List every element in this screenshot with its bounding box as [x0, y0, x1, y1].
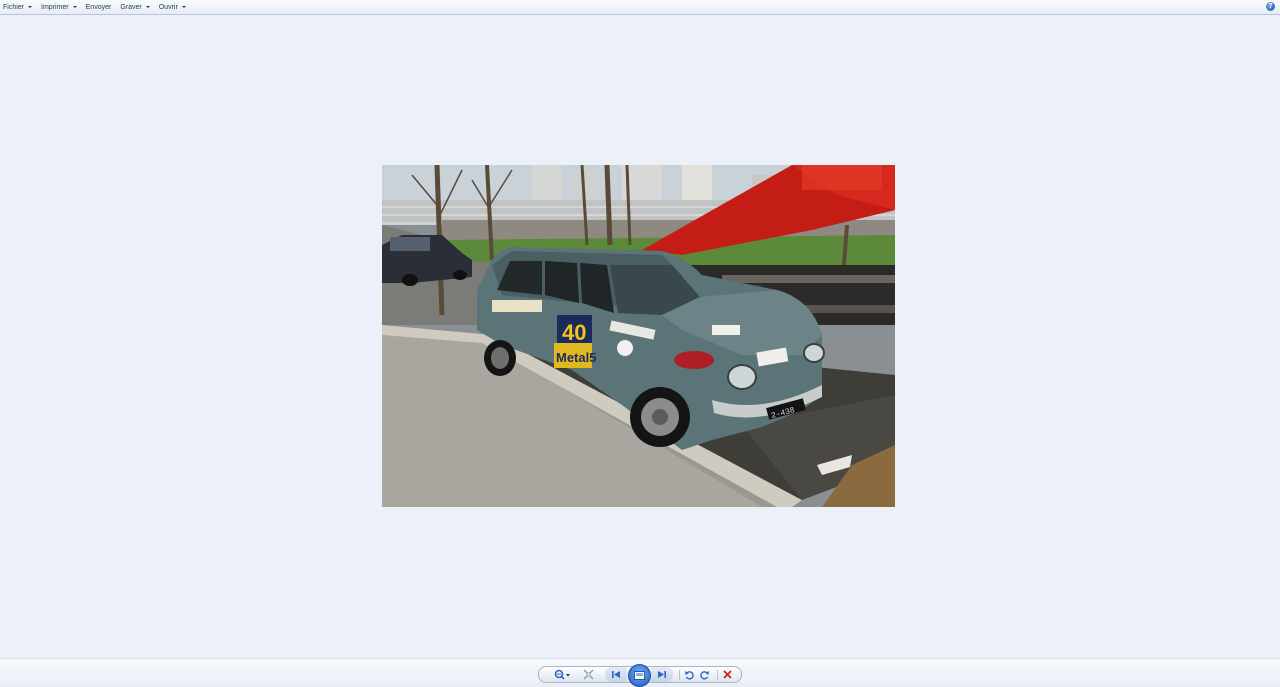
toolbar-separator: [679, 670, 680, 680]
menu-fichier[interactable]: Fichier: [0, 0, 35, 14]
menu-graver[interactable]: Graver: [117, 0, 152, 14]
dropdown-caret-icon: [72, 6, 77, 8]
menu-fichier-label: Fichier: [3, 3, 25, 11]
rotate-right-button[interactable]: [698, 667, 712, 682]
toolbar-separator: [717, 670, 718, 680]
rotate-left-icon: [685, 670, 694, 679]
zoom-button[interactable]: [551, 667, 573, 682]
dropdown-caret-icon: [28, 6, 33, 8]
svg-text:Metal5: Metal5: [556, 350, 596, 365]
menu-imprimer[interactable]: Imprimer: [38, 0, 80, 14]
actual-size-button[interactable]: [581, 667, 595, 682]
navigation-controls: [538, 664, 742, 687]
rotate-left-button[interactable]: [682, 667, 696, 682]
previous-icon: [612, 671, 620, 678]
help-icon[interactable]: ?: [1266, 2, 1275, 11]
menu-ouvrir-label: Ouvrir: [158, 3, 178, 11]
delete-icon: [722, 670, 732, 679]
slideshow-button[interactable]: [628, 664, 651, 687]
menu-envoyer-label: Envoyer: [85, 3, 112, 11]
dropdown-caret-icon: [181, 6, 186, 8]
menu-bar: Fichier Imprimer Envoyer Graver Ouvrir ?: [0, 0, 1280, 15]
slideshow-icon: [634, 671, 645, 680]
rotate-right-icon: [700, 670, 709, 679]
menu-imprimer-label: Imprimer: [41, 3, 69, 11]
previous-button[interactable]: [605, 667, 627, 682]
zoom-icon: [554, 669, 570, 680]
bottom-toolbar: [0, 658, 1280, 687]
menu-ouvrir[interactable]: Ouvrir: [156, 0, 189, 14]
menu-graver-label: Graver: [120, 3, 142, 11]
actual-size-icon: [583, 669, 593, 680]
displayed-photo: 40 Metal5 2-438: [382, 165, 895, 507]
next-icon: [658, 671, 666, 678]
menu-envoyer[interactable]: Envoyer: [83, 0, 115, 14]
next-button[interactable]: [651, 667, 673, 682]
delete-button[interactable]: [720, 667, 734, 682]
dropdown-caret-icon: [145, 6, 150, 8]
svg-text:40: 40: [562, 320, 586, 345]
